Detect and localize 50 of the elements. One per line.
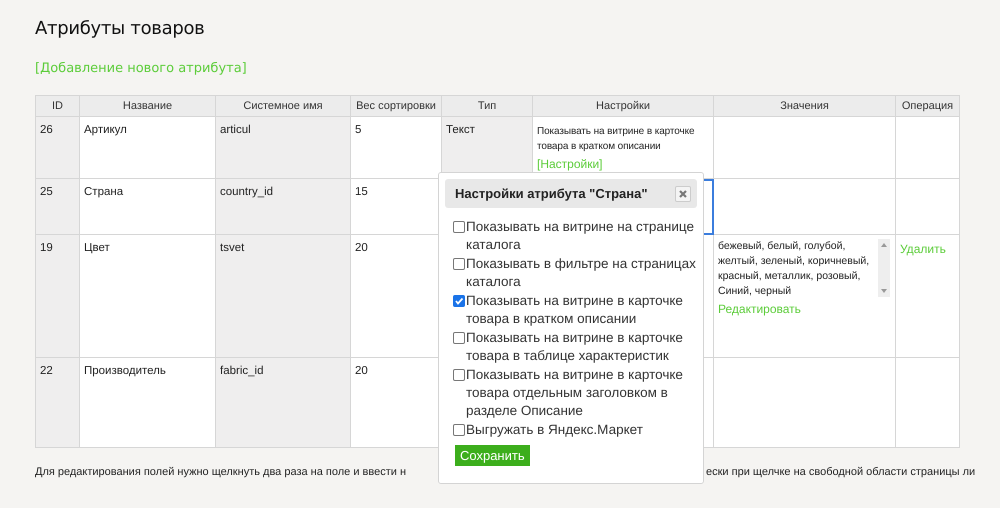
table-cell: 22 [40, 365, 53, 377]
checkbox-label: Показывать на витрине в карточке товара отдельным заголовком в разделе Описание [466, 366, 684, 420]
column-header: Значения [714, 96, 896, 116]
add-attribute-link[interactable]: [Добавление нового атрибута] [35, 61, 247, 76]
table-cell: 26 [40, 124, 53, 136]
edit-values-link[interactable]: Редактировать [718, 302, 801, 316]
table-cell: articul [220, 124, 251, 136]
table-cell: Цвет [84, 242, 110, 254]
checkbox-label: Показывать на витрине в карточке товара в кратком описании [466, 292, 684, 328]
checkbox[interactable] [453, 424, 465, 436]
table-cell: Страна [84, 186, 124, 198]
checkbox-label: Показывать в фильтре на страницах каталога [466, 255, 697, 291]
settings-link[interactable]: [Настройки] [537, 157, 603, 171]
checkbox[interactable] [453, 332, 465, 344]
column-header: Настройки [532, 96, 714, 116]
column-header: Системное имя [216, 96, 350, 116]
checkbox-label: Выгружать в Яндекс.Маркет [466, 421, 643, 439]
checkbox-label: Показывать на витрине в карточке товара в таблице характеристик [466, 329, 684, 365]
table-cell: 20 [355, 365, 368, 377]
checkbox[interactable] [453, 221, 465, 233]
table-cell: tsvet [220, 242, 244, 254]
column-header: Тип [442, 96, 532, 116]
table-cell: country_id [220, 186, 274, 198]
column-header: Вес сортировки [350, 96, 442, 116]
table-cell: Текст [446, 124, 475, 136]
dialog-title: Настройки атрибута "Страна" [455, 186, 648, 201]
settings-text: Показывать на витрине в карточке товара в кратком описании [537, 125, 696, 154]
hint-text: Для редактирования полей нужно щелкнуть два раза на поле и ввести н [35, 466, 408, 478]
table-cell: 25 [40, 186, 53, 198]
table-cell: fabric_id [220, 365, 264, 377]
checkbox[interactable] [453, 258, 465, 270]
close-icon [678, 188, 688, 198]
table-cell: Производитель [84, 365, 166, 377]
hint-text: ески при щелчке на свободной области страницы ли [706, 466, 976, 478]
column-header: Операция [896, 96, 960, 116]
checkbox[interactable] [453, 295, 465, 307]
page-title: Атрибуты товаров [35, 18, 206, 39]
table-cell: Артикул [84, 124, 127, 136]
close-button[interactable] [675, 186, 691, 202]
table-cell: 19 [40, 242, 53, 254]
save-button[interactable]: Сохранить [455, 445, 530, 466]
table-cell: 20 [355, 242, 368, 254]
table-cell: 15 [355, 186, 368, 198]
checkbox[interactable] [453, 369, 465, 381]
table-cell: 5 [355, 124, 362, 136]
column-header: ID [36, 96, 80, 116]
column-header: Название [80, 96, 216, 116]
delete-link[interactable]: Удалить [900, 242, 946, 256]
checkbox-label: Показывать на витрине на странице каталога [466, 218, 695, 254]
values-textarea[interactable]: бежевый, белый, голубой, желтый, зеленый, коричневый, красный, металлик, розовый, Синий, черный [718, 239, 890, 299]
